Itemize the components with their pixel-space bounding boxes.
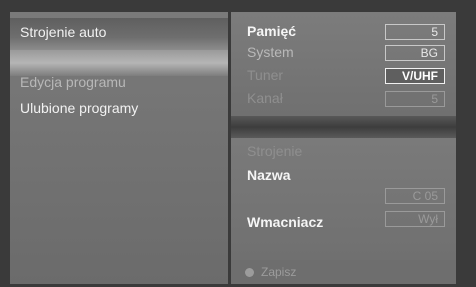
nazwa-value[interactable]: C 05 bbox=[385, 188, 445, 204]
system-value[interactable]: BG bbox=[385, 45, 445, 61]
tuner-value[interactable]: V/UHF bbox=[385, 68, 445, 84]
menu-item-edycja-programu[interactable]: Edycja programu bbox=[10, 72, 228, 92]
left-menu-panel: Strojenie auto Edycja programu Ulubione … bbox=[10, 12, 228, 284]
tv-menu-screen: Strojenie auto Edycja programu Ulubione … bbox=[0, 0, 476, 287]
wzmacniacz-value[interactable]: Wył bbox=[385, 211, 445, 227]
save-button[interactable]: Zapisz bbox=[245, 265, 296, 279]
kanal-label: Kanał bbox=[247, 90, 283, 106]
menu-item-strojenie-auto[interactable]: Strojenie auto bbox=[10, 18, 228, 50]
pamiec-value[interactable]: 5 bbox=[385, 24, 445, 40]
menu-item-label: Edycja programu bbox=[20, 74, 126, 90]
save-label: Zapisz bbox=[261, 265, 297, 279]
menu-item-ulubione-programy[interactable]: Ulubione programy bbox=[10, 98, 228, 118]
system-label: System bbox=[247, 44, 294, 60]
strojenie-label: Strojenie bbox=[247, 143, 303, 159]
tuner-label: Tuner bbox=[247, 67, 284, 83]
tuning-settings-panel: Pamięć 5 System BG Tuner V/UHF Kanał 5 bbox=[231, 12, 456, 116]
footer-bar: Zapisz bbox=[231, 260, 456, 284]
pamiec-label: Pamięć bbox=[247, 23, 297, 39]
radio-icon bbox=[245, 268, 254, 278]
nazwa-label: Nazwa bbox=[247, 167, 291, 183]
menu-item-label: Ulubione programy bbox=[20, 100, 139, 116]
panel-divider bbox=[231, 116, 456, 138]
program-edit-panel: Strojenie Nazwa C 05 Wmacniacz Wył bbox=[231, 138, 456, 260]
kanal-value[interactable]: 5 bbox=[385, 91, 445, 107]
menu-item-label: Strojenie auto bbox=[20, 24, 107, 40]
wzmacniacz-label: Wmacniacz bbox=[247, 214, 324, 230]
